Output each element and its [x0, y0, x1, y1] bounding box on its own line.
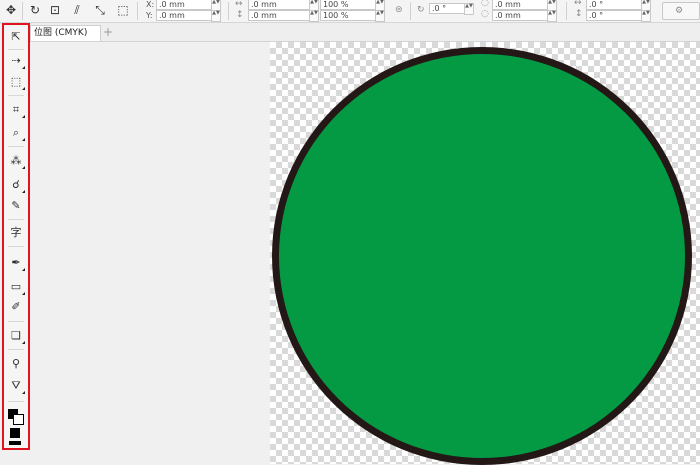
lock-ratio-icon[interactable]: ⊜ [395, 5, 403, 15]
y-label: Y: [146, 11, 153, 20]
fill-color-swatch[interactable] [10, 428, 20, 438]
zoom-tool-icon[interactable]: ⌕ [7, 124, 25, 142]
separator [8, 246, 24, 247]
scale-x-field[interactable]: 100 % [320, 0, 376, 10]
move-transform-icon[interactable]: ✥ [4, 3, 18, 17]
center-y-spinner[interactable]: ▲▼ [547, 10, 557, 22]
rotation-icon: ↻ [417, 5, 425, 15]
x-label: X: [146, 0, 155, 9]
separator [8, 49, 24, 50]
separator [8, 219, 24, 220]
height-field[interactable]: .0 mm [248, 10, 310, 21]
color-eyedropper-icon[interactable]: ⚲ [7, 355, 25, 373]
add-tab-icon[interactable]: + [102, 26, 114, 38]
skew-v-icon: ↕ [575, 9, 583, 19]
separator [228, 2, 229, 20]
eyedropper-tool-icon[interactable]: ⁂ [7, 152, 25, 170]
paint-tool-icon[interactable]: ✒ [7, 254, 25, 272]
text-tool-icon[interactable]: 字 [7, 224, 25, 242]
background-color-swatch[interactable] [13, 414, 24, 425]
height-spinner[interactable]: ▲▼ [309, 10, 319, 22]
x-position-field[interactable]: .0 mm [156, 0, 212, 10]
scale-y-spinner[interactable]: ▲▼ [375, 10, 385, 22]
document-tab[interactable]: 位图 (CMYK) [30, 25, 101, 41]
pick-tool-icon[interactable]: ⇱ [7, 28, 25, 46]
y-position-field[interactable]: .0 mm [156, 10, 212, 21]
separator [137, 2, 138, 20]
transparent-canvas[interactable] [270, 42, 700, 465]
fill-tool-icon[interactable]: ⛛ [7, 377, 25, 395]
rectangle-mask-tool-icon[interactable]: ⬚ [7, 73, 25, 91]
separator [566, 2, 567, 20]
property-bar: ✥ ↻ ⊡ ⫽ ⤡ ⬚ X: .0 mm ▲▼ Y: .0 mm ▲▼ ↔ .0… [0, 0, 700, 23]
brush-tool-icon[interactable]: ✎ [7, 197, 25, 215]
skew-v-field[interactable]: .0 ° [586, 10, 642, 21]
options-button[interactable]: ⚙ [662, 2, 700, 20]
center-x-icon: ◌ [481, 0, 489, 8]
center-y-icon: ◌ [481, 9, 489, 19]
options-icon: ⚙ [675, 6, 684, 16]
effect-tool-icon[interactable]: ✐ [7, 298, 25, 316]
position-icon[interactable]: ⊡ [48, 3, 62, 17]
scale-icon[interactable]: ⤡ [93, 3, 107, 17]
skew-v-spinner[interactable]: ▲▼ [641, 10, 651, 22]
width-icon: ↔ [235, 0, 243, 9]
separator [8, 95, 24, 96]
rotation-spinner[interactable]: ▲▼ [464, 3, 474, 15]
center-y-field[interactable]: .0 mm [492, 10, 548, 21]
separator [8, 146, 24, 147]
default-colors-icon[interactable] [9, 441, 21, 445]
shape-tool-icon[interactable]: ▭ [7, 278, 25, 296]
width-field[interactable]: .0 mm [248, 0, 310, 10]
scale-y-field[interactable]: 100 % [320, 10, 376, 21]
clone-tool-icon[interactable]: ☌ [7, 176, 25, 194]
y-spinner[interactable]: ▲▼ [211, 10, 221, 22]
separator [8, 321, 24, 322]
separator [410, 2, 411, 20]
skew-h-field[interactable]: .0 ° [586, 0, 642, 10]
separator [8, 349, 24, 350]
document-tab-bar: 位图 (CMYK) + [30, 23, 700, 42]
shadow-tool-icon[interactable]: ❏ [7, 327, 25, 345]
separator [22, 2, 23, 20]
canvas-area[interactable] [30, 42, 700, 465]
size-icon[interactable]: ⬚ [116, 3, 130, 17]
move-tool-icon[interactable]: ⇢ [7, 52, 25, 70]
skew-h-icon: ↔ [574, 0, 582, 8]
height-icon: ↕ [236, 10, 244, 20]
rotation-field[interactable]: .0 ° [429, 3, 465, 14]
crop-tool-icon[interactable]: ⌗ [7, 101, 25, 119]
toolbox: ⇱ ⇢ ⬚ ⌗ ⌕ ⁂ ☌ ✎ 字 ✒ ▭ ✐ ❏ ⚲ ⛛ [2, 23, 30, 450]
separator [8, 401, 24, 402]
rotate-icon[interactable]: ↻ [28, 3, 42, 17]
center-x-field[interactable]: .0 mm [492, 0, 548, 10]
green-circle[interactable] [272, 47, 692, 465]
skew-icon[interactable]: ⫽ [70, 3, 84, 17]
